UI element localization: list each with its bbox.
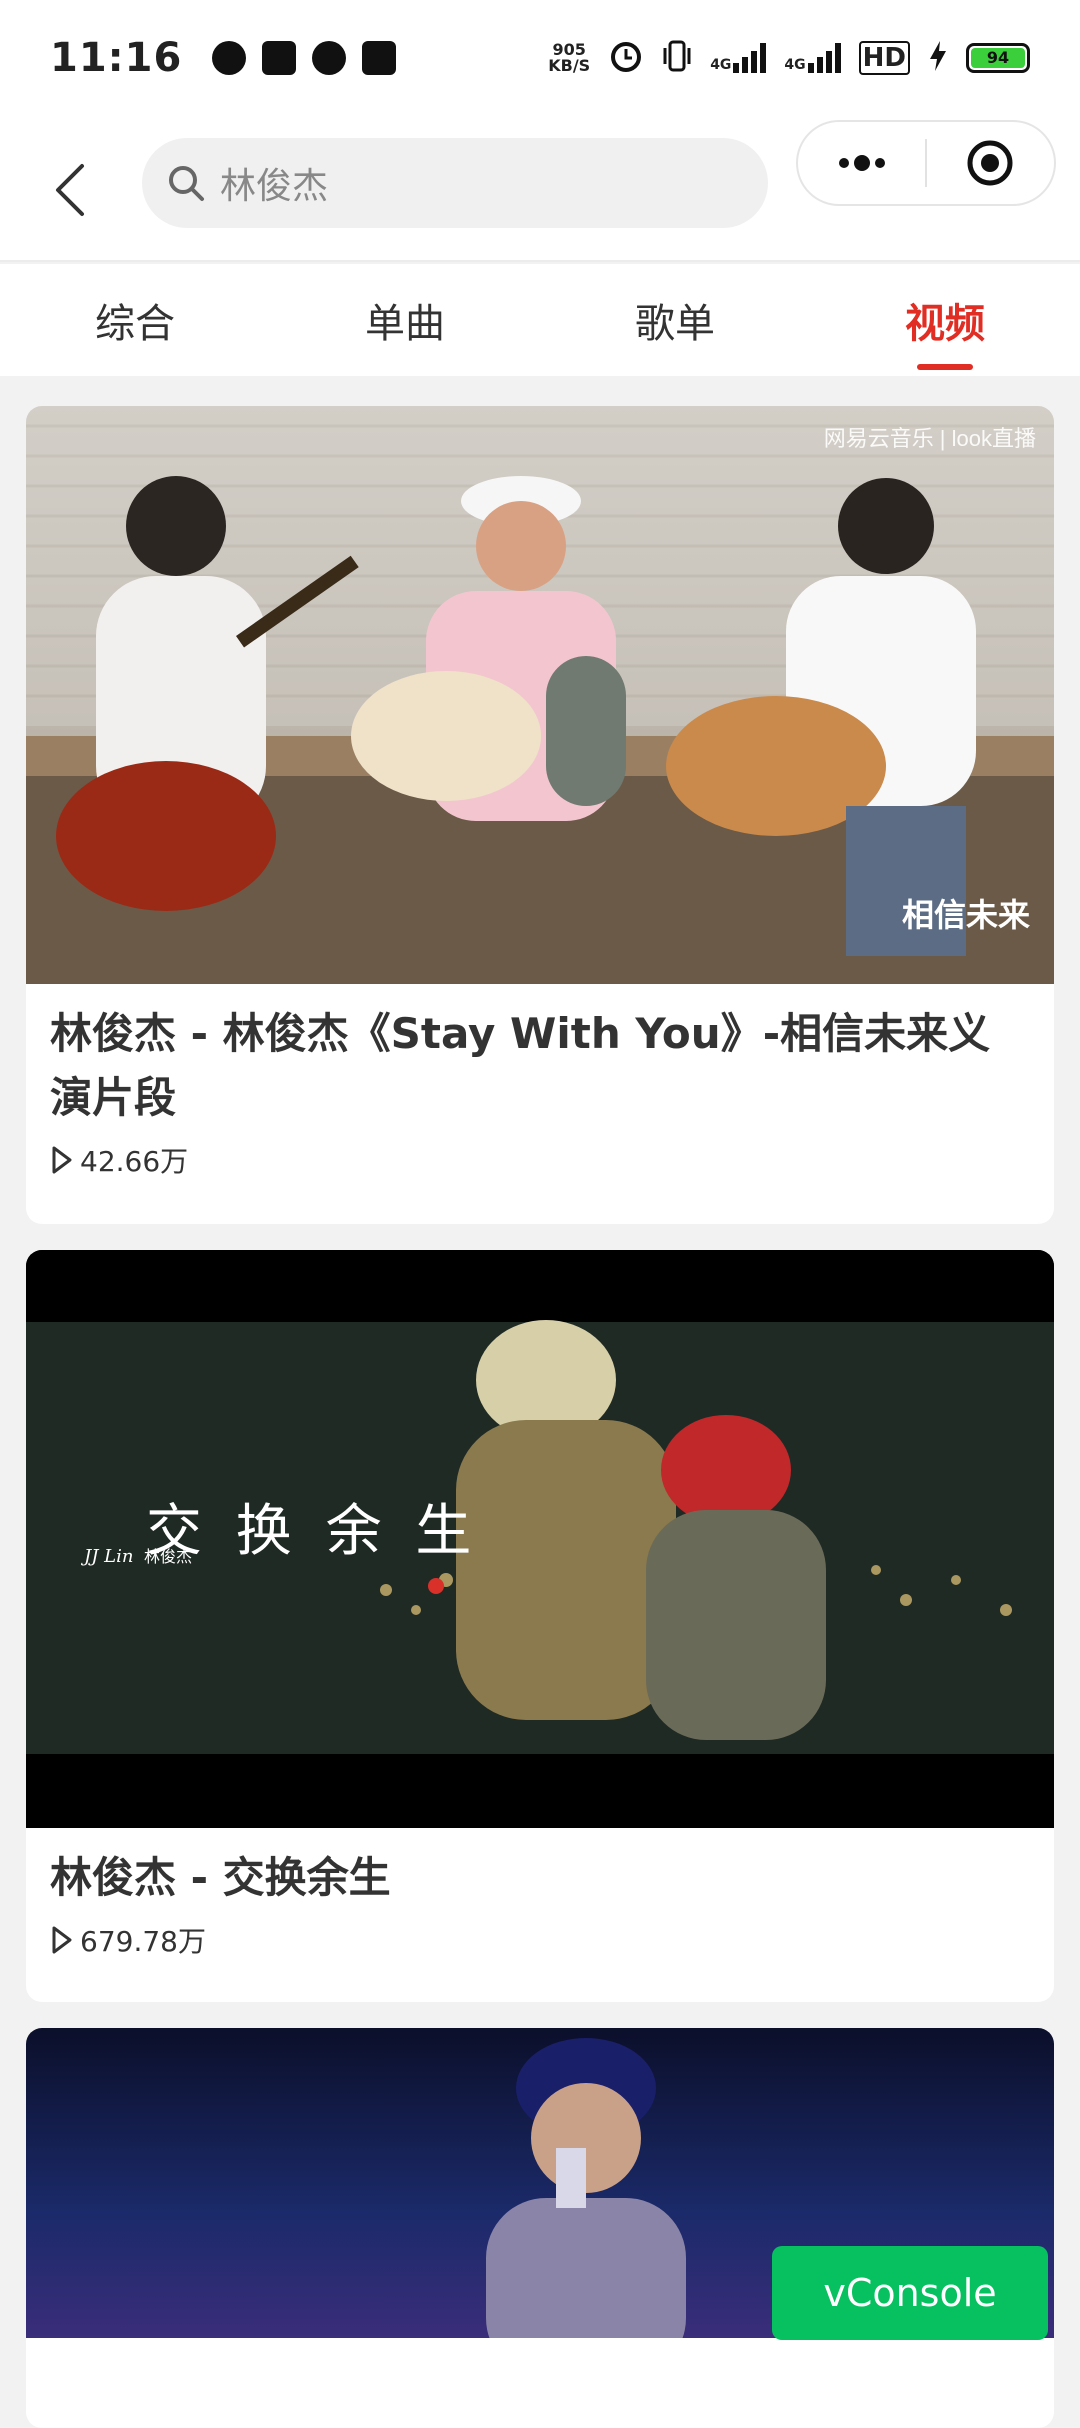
- alarm-icon: [608, 38, 644, 78]
- app-notification-icon: [212, 41, 247, 75]
- network-speed: 905 KB/S: [548, 42, 590, 74]
- back-button[interactable]: [40, 150, 100, 230]
- chevron-left-icon: [56, 164, 84, 216]
- charity-logo-text: 相信未来: [902, 896, 1030, 934]
- close-mini-program-button[interactable]: [927, 122, 1054, 204]
- thumbnail-illustration: 网易云音乐 | look直播 相信未来: [26, 406, 1054, 984]
- weibo-icon: [262, 41, 297, 75]
- battery-level: 94: [971, 48, 1025, 68]
- network-type-2: 4G: [784, 57, 806, 73]
- video-card[interactable]: 网易云音乐 | look直播 相信未来 林俊杰 - 林俊杰《Stay With …: [26, 406, 1054, 1224]
- thumbnail-illustration: JJ Lin 林俊杰 交 换 余 生: [26, 1250, 1054, 1828]
- play-count: 679.78万: [26, 1910, 1054, 1960]
- video-card[interactable]: [26, 2028, 1054, 2428]
- search-icon: [169, 166, 204, 201]
- play-icon: [52, 1926, 72, 1954]
- tab-comprehensive[interactable]: 综合: [0, 264, 270, 376]
- network-type-1: 4G: [710, 57, 732, 73]
- more-button[interactable]: [798, 122, 925, 204]
- signal-4g-icon-2: 4G: [784, 43, 841, 73]
- notification-icons: [212, 41, 397, 75]
- more-icon: [838, 155, 885, 171]
- play-count: 42.66万: [26, 1130, 1054, 1180]
- overlay-song-title: 交 换 余 生: [146, 1499, 479, 1564]
- system-icons: 905 KB/S 4G 4G HD 94: [548, 38, 1030, 78]
- search-input[interactable]: 林俊杰: [142, 138, 768, 228]
- video-watermark: 网易云音乐 | look直播: [824, 426, 1036, 451]
- play-count-value: 679.78万: [80, 1925, 206, 1958]
- hd-icon: HD: [858, 41, 910, 75]
- network-speed-unit: KB/S: [548, 56, 591, 75]
- drop-icon: [312, 41, 347, 75]
- tab-songs[interactable]: 单曲: [270, 264, 540, 376]
- video-title[interactable]: 林俊杰 - 林俊杰《Stay With You》-相信未来义演片段: [26, 984, 1054, 1130]
- signal-4g-icon: 4G: [710, 43, 767, 73]
- search-tabs: 综合 单曲 歌单 视频: [0, 264, 1080, 376]
- header: 林俊杰: [0, 116, 1080, 262]
- play-count-value: 42.66万: [80, 1145, 189, 1178]
- charging-icon: [928, 39, 948, 77]
- video-title[interactable]: 林俊杰 - 交换余生: [26, 1828, 1054, 1910]
- search-query: 林俊杰: [220, 166, 329, 207]
- video-card[interactable]: JJ Lin 林俊杰 交 换 余 生 林俊杰 - 交换余生 679.78万: [26, 1250, 1054, 2002]
- play-icon: [52, 1146, 72, 1174]
- video-thumbnail[interactable]: JJ Lin 林俊杰 交 换 余 生: [26, 1250, 1054, 1828]
- overlay-artist-en: JJ Lin: [80, 1546, 133, 1567]
- video-thumbnail[interactable]: 网易云音乐 | look直播 相信未来: [26, 406, 1054, 984]
- image-icon: [362, 41, 397, 75]
- vibrate-icon: [662, 38, 692, 78]
- status-time: 11:16: [50, 35, 183, 81]
- target-icon: [967, 140, 1013, 186]
- battery-icon: 94: [966, 43, 1030, 73]
- mini-program-capsule: [796, 120, 1056, 206]
- tab-videos[interactable]: 视频: [810, 264, 1080, 376]
- status-bar: 11:16 905 KB/S 4G 4G HD 94: [0, 0, 1080, 116]
- vconsole-button[interactable]: vConsole: [772, 2246, 1048, 2340]
- tab-playlists[interactable]: 歌单: [540, 264, 810, 376]
